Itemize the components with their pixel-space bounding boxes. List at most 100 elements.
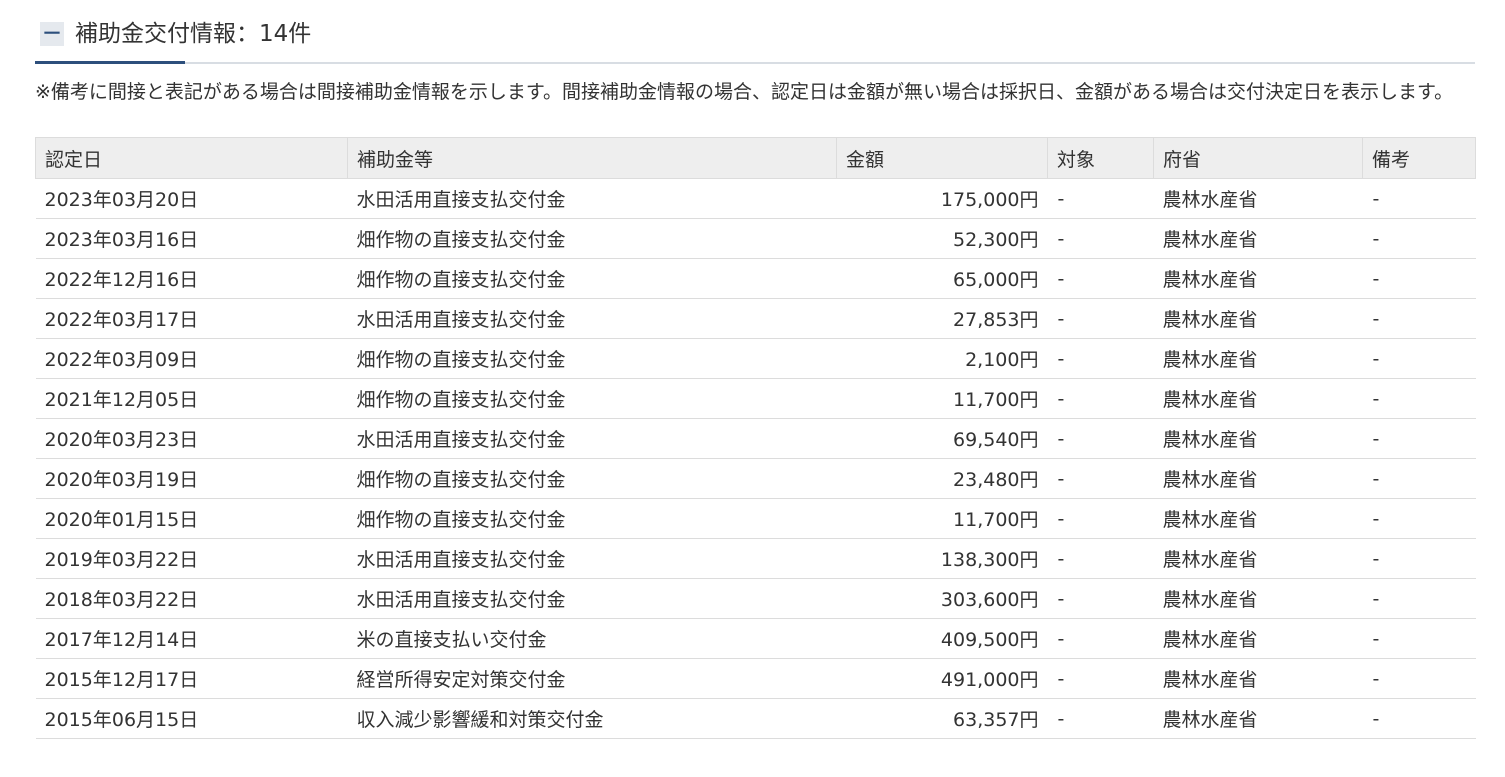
cell-remarks: - <box>1362 658 1476 699</box>
cell-ministry: 農林水産省 <box>1153 578 1363 619</box>
cell-target: - <box>1047 498 1154 539</box>
cell-remarks: - <box>1362 538 1476 579</box>
cell-date: 2020年01月15日 <box>35 498 348 539</box>
cell-amount: 2,100円 <box>836 338 1048 379</box>
cell-ministry: 農林水産省 <box>1153 418 1363 459</box>
cell-date: 2021年12月05日 <box>35 378 348 419</box>
table-row: 2015年12月17日 経営所得安定対策交付金 491,000円 - 農林水産省 - <box>35 658 1476 699</box>
cell-remarks: - <box>1362 298 1476 339</box>
cell-amount: 23,480円 <box>836 458 1048 499</box>
cell-ministry: 農林水産省 <box>1153 658 1363 699</box>
cell-subsidy: 収入減少影響緩和対策交付金 <box>347 698 837 739</box>
cell-target: - <box>1047 458 1154 499</box>
cell-ministry: 農林水産省 <box>1153 618 1363 659</box>
subsidy-table: 認定日 補助金等 金額 対象 府省 備考 2023年03月20日 水田活用直接支払… <box>35 137 1476 739</box>
cell-target: - <box>1047 618 1154 659</box>
cell-ministry: 農林水産省 <box>1153 378 1363 419</box>
cell-target: - <box>1047 578 1154 619</box>
cell-ministry: 農林水産省 <box>1153 178 1363 219</box>
cell-amount: 65,000円 <box>836 258 1048 299</box>
cell-remarks: - <box>1362 498 1476 539</box>
cell-date: 2020年03月23日 <box>35 418 348 459</box>
table-row: 2019年03月22日 水田活用直接支払交付金 138,300円 - 農林水産省 - <box>35 538 1476 579</box>
note-text: ※備考に間接と表記がある場合は間接補助金情報を示します。間接補助金情報の場合、認… <box>35 81 1454 103</box>
cell-ministry: 農林水産省 <box>1153 298 1363 339</box>
header-accent-bar <box>35 61 185 64</box>
cell-target: - <box>1047 418 1154 459</box>
table-row: 2020年01月15日 畑作物の直接支払交付金 11,700円 - 農林水産省 - <box>35 498 1476 539</box>
cell-amount: 52,300円 <box>836 218 1048 259</box>
cell-ministry: 農林水産省 <box>1153 258 1363 299</box>
cell-target: - <box>1047 378 1154 419</box>
table-row: 2020年03月19日 畑作物の直接支払交付金 23,480円 - 農林水産省 - <box>35 458 1476 499</box>
table-row: 2018年03月22日 水田活用直接支払交付金 303,600円 - 農林水産省 - <box>35 578 1476 619</box>
cell-date: 2022年03月17日 <box>35 298 348 339</box>
cell-target: - <box>1047 178 1154 219</box>
column-header-amount[interactable]: 金額 <box>836 137 1048 179</box>
table-row: 2017年12月14日 米の直接支払い交付金 409,500円 - 農林水産省 - <box>35 618 1476 659</box>
collapse-toggle-icon[interactable]: － <box>40 22 64 46</box>
section-title: 補助金交付情報：14件 <box>75 21 312 47</box>
cell-target: - <box>1047 258 1154 299</box>
cell-subsidy: 畑作物の直接支払交付金 <box>347 378 837 419</box>
cell-remarks: - <box>1362 458 1476 499</box>
cell-amount: 27,853円 <box>836 298 1048 339</box>
table-row: 2015年06月15日 収入減少影響緩和対策交付金 63,357円 - 農林水産省 - <box>35 698 1476 739</box>
cell-amount: 69,540円 <box>836 418 1048 459</box>
table-row: 2022年03月17日 水田活用直接支払交付金 27,853円 - 農林水産省 - <box>35 298 1476 339</box>
cell-subsidy: 水田活用直接支払交付金 <box>347 178 837 219</box>
cell-subsidy: 畑作物の直接支払交付金 <box>347 458 837 499</box>
cell-subsidy: 水田活用直接支払交付金 <box>347 578 837 619</box>
cell-date: 2022年03月09日 <box>35 338 348 379</box>
table-row: 2020年03月23日 水田活用直接支払交付金 69,540円 - 農林水産省 - <box>35 418 1476 459</box>
cell-remarks: - <box>1362 338 1476 379</box>
cell-remarks: - <box>1362 618 1476 659</box>
column-header-subsidy[interactable]: 補助金等 <box>347 137 837 179</box>
section-header: － 補助金交付情報：14件 <box>35 14 1475 64</box>
cell-date: 2023年03月20日 <box>35 178 348 219</box>
cell-remarks: - <box>1362 178 1476 219</box>
cell-target: - <box>1047 538 1154 579</box>
table-row: 2021年12月05日 畑作物の直接支払交付金 11,700円 - 農林水産省 - <box>35 378 1476 419</box>
cell-date: 2019年03月22日 <box>35 538 348 579</box>
table-row: 2023年03月20日 水田活用直接支払交付金 175,000円 - 農林水産省 - <box>35 178 1476 219</box>
cell-amount: 175,000円 <box>836 178 1048 219</box>
cell-target: - <box>1047 218 1154 259</box>
column-header-ministry[interactable]: 府省 <box>1153 137 1363 179</box>
cell-subsidy: 畑作物の直接支払交付金 <box>347 218 837 259</box>
cell-date: 2022年12月16日 <box>35 258 348 299</box>
cell-date: 2023年03月16日 <box>35 218 348 259</box>
column-header-remarks[interactable]: 備考 <box>1362 137 1476 179</box>
cell-amount: 491,000円 <box>836 658 1048 699</box>
subsidy-section: － 補助金交付情報：14件 ※備考に間接と表記がある場合は間接補助金情報を示しま… <box>0 0 1505 777</box>
cell-date: 2020年03月19日 <box>35 458 348 499</box>
cell-target: - <box>1047 338 1154 379</box>
cell-target: - <box>1047 698 1154 739</box>
cell-ministry: 農林水産省 <box>1153 458 1363 499</box>
table-row: 2022年03月09日 畑作物の直接支払交付金 2,100円 - 農林水産省 - <box>35 338 1476 379</box>
cell-date: 2015年06月15日 <box>35 698 348 739</box>
cell-subsidy: 水田活用直接支払交付金 <box>347 298 837 339</box>
cell-remarks: - <box>1362 418 1476 459</box>
cell-remarks: - <box>1362 378 1476 419</box>
cell-amount: 63,357円 <box>836 698 1048 739</box>
cell-amount: 138,300円 <box>836 538 1048 579</box>
cell-remarks: - <box>1362 578 1476 619</box>
table-row: 2022年12月16日 畑作物の直接支払交付金 65,000円 - 農林水産省 - <box>35 258 1476 299</box>
cell-date: 2018年03月22日 <box>35 578 348 619</box>
cell-amount: 409,500円 <box>836 618 1048 659</box>
cell-ministry: 農林水産省 <box>1153 698 1363 739</box>
cell-subsidy: 経営所得安定対策交付金 <box>347 658 837 699</box>
cell-ministry: 農林水産省 <box>1153 538 1363 579</box>
cell-subsidy: 水田活用直接支払交付金 <box>347 538 837 579</box>
cell-remarks: - <box>1362 698 1476 739</box>
table-row: 2023年03月16日 畑作物の直接支払交付金 52,300円 - 農林水産省 - <box>35 218 1476 259</box>
column-header-target[interactable]: 対象 <box>1047 137 1154 179</box>
cell-subsidy: 畑作物の直接支払交付金 <box>347 338 837 379</box>
cell-subsidy: 水田活用直接支払交付金 <box>347 418 837 459</box>
cell-amount: 11,700円 <box>836 378 1048 419</box>
cell-remarks: - <box>1362 258 1476 299</box>
cell-amount: 303,600円 <box>836 578 1048 619</box>
cell-amount: 11,700円 <box>836 498 1048 539</box>
column-header-date[interactable]: 認定日 <box>35 137 348 179</box>
